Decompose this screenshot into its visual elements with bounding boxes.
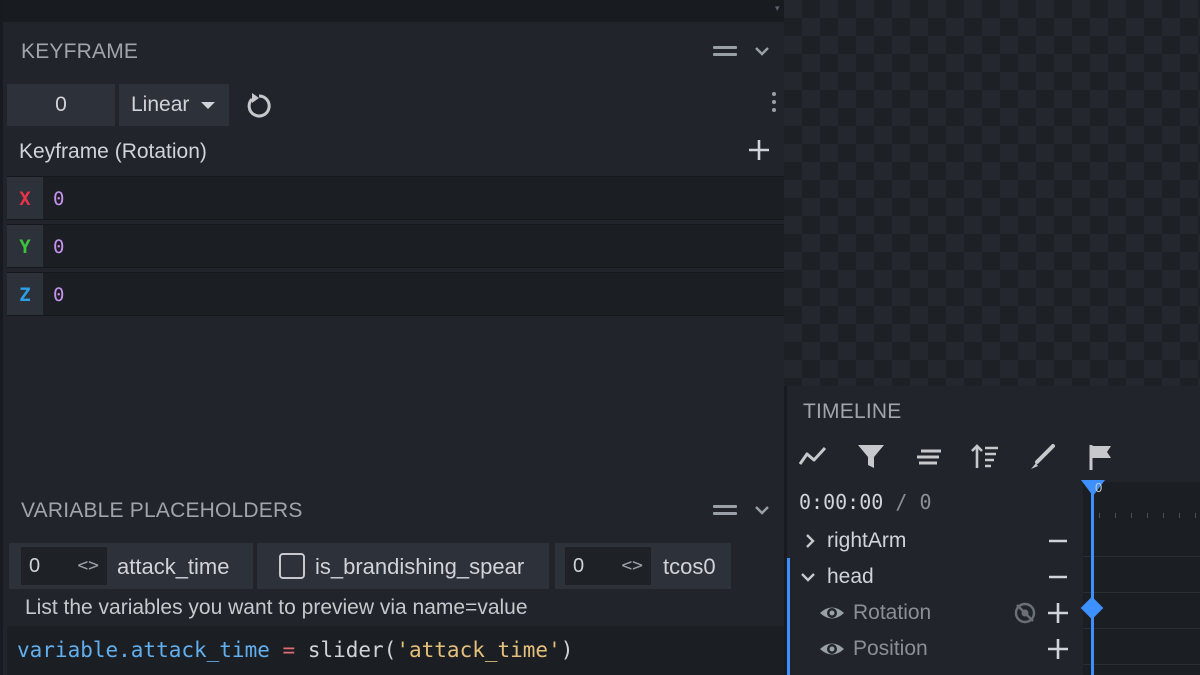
add-keyframe-icon[interactable] bbox=[1047, 638, 1069, 660]
eye-icon[interactable] bbox=[819, 602, 845, 624]
interpolation-value: Linear bbox=[131, 93, 190, 116]
axis-value-input[interactable]: 0 bbox=[53, 273, 64, 317]
interpolation-select[interactable]: Linear bbox=[119, 84, 229, 126]
axis-value-input[interactable]: 0 bbox=[53, 225, 64, 269]
timeline-panel-title: TIMELINE bbox=[803, 400, 902, 423]
keyframe-panel-controls bbox=[713, 40, 773, 64]
row-label: rightArm bbox=[827, 529, 907, 552]
top-strip: ▾ bbox=[3, 0, 787, 22]
drag-arrows-icon[interactable]: <> bbox=[77, 547, 99, 585]
variables-panel-title: VARIABLE PLACEHOLDERS bbox=[21, 499, 303, 522]
caret-down-icon bbox=[201, 102, 215, 109]
row-label: head bbox=[827, 565, 874, 588]
slider-value: 0 bbox=[573, 555, 585, 577]
timeline-row-position[interactable]: Position bbox=[787, 631, 1083, 667]
eye-icon[interactable] bbox=[819, 638, 845, 660]
axis-row-x[interactable]: X 0 bbox=[7, 176, 787, 220]
add-icon[interactable] bbox=[747, 138, 771, 162]
drag-arrows-icon[interactable]: <> bbox=[621, 547, 643, 585]
timeline-toolbar bbox=[797, 442, 1111, 474]
axis-label: X bbox=[7, 177, 43, 219]
scroll-down-icon[interactable]: ▾ bbox=[775, 4, 783, 13]
frame-number: 0 bbox=[919, 490, 932, 514]
row-label: Position bbox=[853, 637, 928, 660]
timeline-row-head[interactable]: head bbox=[787, 559, 1083, 595]
timeline-tracks[interactable] bbox=[1083, 520, 1200, 675]
playhead-line[interactable] bbox=[1091, 490, 1094, 675]
variable-toggle-brandishing[interactable]: is_brandishing_spear bbox=[257, 543, 549, 589]
chevron-down-icon[interactable] bbox=[799, 568, 817, 586]
row-label: Rotation bbox=[853, 601, 932, 624]
timeline-row-rightarm[interactable]: rightArm bbox=[787, 523, 1083, 559]
filter-icon[interactable] bbox=[855, 442, 887, 472]
left-sidebar: ▾ KEYFRAME 0 Linear Keyframe (Rotation) … bbox=[0, 0, 787, 675]
remove-icon[interactable] bbox=[1047, 566, 1069, 588]
axis-row-z[interactable]: Z 0 bbox=[7, 272, 787, 316]
visibility-off-icon[interactable] bbox=[1013, 601, 1037, 625]
variables-panel-controls bbox=[713, 499, 773, 523]
menu-icon[interactable] bbox=[713, 505, 737, 517]
axis-row-y[interactable]: Y 0 bbox=[7, 224, 787, 268]
code-identifier: variable.attack_time bbox=[17, 638, 270, 662]
timeline-panel: TIMELINE 0:00:00 / 0 0 rightArm head Rot… bbox=[784, 386, 1200, 675]
timecode: 0:00:00 bbox=[799, 490, 884, 514]
add-keyframe-icon[interactable] bbox=[1047, 602, 1069, 624]
code-string: 'attack_time' bbox=[396, 638, 561, 662]
variables-hint: List the variables you want to preview v… bbox=[25, 596, 528, 619]
timeline-row-rotation[interactable]: Rotation bbox=[787, 595, 1083, 631]
reset-icon[interactable] bbox=[243, 90, 275, 122]
checkbox[interactable] bbox=[279, 553, 305, 579]
chevron-down-icon[interactable] bbox=[753, 42, 771, 60]
brush-icon[interactable] bbox=[1027, 442, 1059, 472]
axis-value-input[interactable]: 0 bbox=[53, 177, 64, 221]
code-function: slider( bbox=[307, 638, 397, 662]
variable-name: tcos0 bbox=[663, 554, 716, 579]
remove-icon[interactable] bbox=[1047, 530, 1069, 552]
code-paren: ) bbox=[560, 638, 574, 662]
time-separator: / bbox=[895, 490, 908, 514]
slider-number-input[interactable]: 0 <> bbox=[565, 547, 651, 585]
chevron-right-icon[interactable] bbox=[801, 532, 819, 550]
sort-icon[interactable] bbox=[969, 442, 1001, 472]
align-icon[interactable] bbox=[913, 442, 945, 472]
menu-icon[interactable] bbox=[713, 46, 737, 58]
preview-viewport[interactable] bbox=[784, 0, 1200, 386]
variables-code-editor[interactable]: variable.attack_time = slider('attack_ti… bbox=[7, 626, 787, 675]
graph-icon[interactable] bbox=[797, 442, 829, 472]
variable-name: is_brandishing_spear bbox=[315, 554, 525, 579]
axis-label: Z bbox=[7, 273, 43, 315]
playhead-label: 0 bbox=[1095, 480, 1103, 495]
timeline-timecode[interactable]: 0:00:00 / 0 bbox=[799, 490, 931, 514]
variable-slider-attack-time: 0 <> attack_time bbox=[9, 543, 253, 589]
variable-slider-tcos0: 0 <> tcos0 bbox=[555, 543, 731, 589]
keyframe-panel-title: KEYFRAME bbox=[21, 40, 139, 63]
chevron-down-icon[interactable] bbox=[753, 501, 771, 519]
keyframe-channel-label: Keyframe (Rotation) bbox=[19, 140, 207, 163]
variable-name: attack_time bbox=[117, 554, 230, 579]
keyframe-time-input[interactable]: 0 bbox=[7, 84, 115, 126]
slider-value: 0 bbox=[29, 555, 41, 577]
slider-number-input[interactable]: 0 <> bbox=[21, 547, 107, 585]
flag-icon[interactable] bbox=[1085, 442, 1117, 472]
axis-label: Y bbox=[7, 225, 43, 267]
code-operator: = bbox=[282, 638, 296, 662]
more-options-icon[interactable] bbox=[769, 92, 779, 118]
